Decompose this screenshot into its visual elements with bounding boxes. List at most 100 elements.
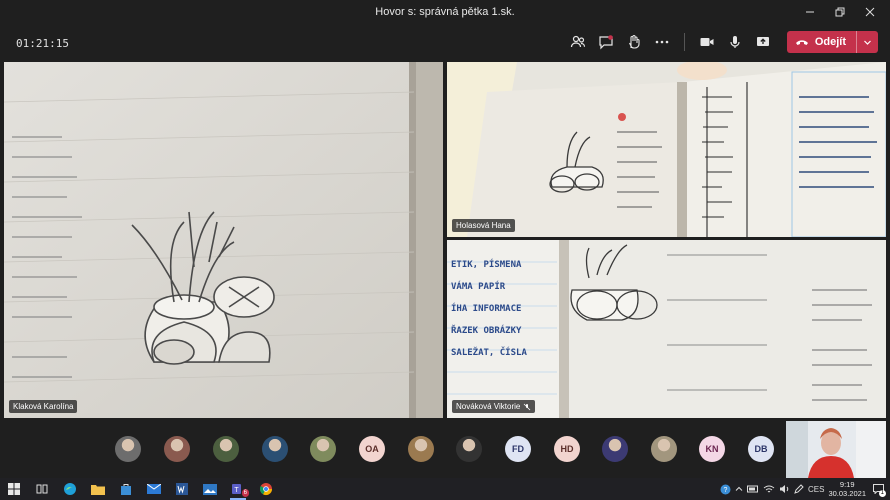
participant-avatar[interactable] <box>213 436 239 462</box>
word-icon <box>176 483 188 495</box>
speaker-icon[interactable] <box>779 484 790 494</box>
video-camera-icon <box>700 38 714 46</box>
reactions-button[interactable] <box>622 30 646 54</box>
pen-icon[interactable] <box>794 484 804 494</box>
close-window-button[interactable] <box>856 3 884 21</box>
notification-center-button[interactable]: 1 <box>870 481 886 497</box>
minimize-icon <box>806 11 814 13</box>
participant-nameplate: Klaková Karolína <box>9 400 78 413</box>
participant-avatar[interactable] <box>115 436 141 462</box>
notebook-line: VÁMA PAPÍR <box>451 282 506 292</box>
minimize-button[interactable] <box>796 3 824 21</box>
participant-roster: OA FD HD KN DB <box>0 420 890 478</box>
battery-icon[interactable] <box>747 485 759 493</box>
participant-name: Holasová Hana <box>456 221 511 230</box>
participant-avatar[interactable] <box>262 436 288 462</box>
windows-taskbar: T 6 ? CES 9:19 30.03.2021 1 <box>0 478 890 500</box>
call-timer: 01:21:15 <box>16 37 69 50</box>
participant-nameplate: Holasová Hana <box>452 219 515 232</box>
chat-icon <box>599 35 613 50</box>
notebook-line: ŘAZEK OBRÁZKY <box>451 326 522 336</box>
taskbar-teams[interactable]: T 6 <box>224 478 252 500</box>
call-toolbar: 01:21:15 Odejít <box>0 24 890 60</box>
notebook-video-frame <box>447 62 886 237</box>
task-view-icon <box>36 484 48 494</box>
chevron-down-icon[interactable] <box>863 38 872 47</box>
participant-avatar[interactable] <box>310 436 336 462</box>
muted-mic-icon <box>524 403 531 410</box>
help-icon[interactable]: ? <box>720 484 731 495</box>
self-view-video[interactable] <box>786 421 886 478</box>
edge-icon <box>64 483 76 495</box>
taskbar-word[interactable] <box>168 478 196 500</box>
title-bar: Hovor s: správná pětka 1.sk. <box>0 0 890 24</box>
participant-avatar[interactable]: OA <box>359 436 385 462</box>
notification-count: 1 <box>878 490 886 497</box>
input-language[interactable]: CES <box>808 485 824 494</box>
folder-icon <box>91 485 105 495</box>
restore-button[interactable] <box>826 3 854 21</box>
avatar-initials: HD <box>560 444 574 454</box>
network-icon[interactable] <box>763 484 775 494</box>
window-title: Hovor s: správná pětka 1.sk. <box>375 6 515 18</box>
chat-button[interactable] <box>594 30 618 54</box>
participants-button[interactable] <box>566 30 590 54</box>
avatar-initials: KN <box>705 444 719 454</box>
video-tile-top-right[interactable]: Holasová Hana <box>447 62 886 237</box>
svg-text:?: ? <box>724 487 728 494</box>
camera-button[interactable] <box>695 30 719 54</box>
notebook-line: ETIK, PÍSMENA <box>451 260 522 270</box>
participant-avatar[interactable]: DB <box>748 436 774 462</box>
notebook-handwriting: ETIK, PÍSMENA VÁMA PAPÍR ÍHA INFORMACE Ř… <box>451 254 527 364</box>
notebook-line: SALEŽAT, ČÍSLA <box>451 348 527 358</box>
svg-text:T: T <box>234 487 239 494</box>
clock-time: 9:19 <box>839 480 855 489</box>
microphone-button[interactable] <box>723 30 747 54</box>
leave-call-button[interactable]: Odejít <box>786 31 878 53</box>
windows-logo-icon <box>8 483 20 495</box>
leave-call-label: Odejít <box>814 36 846 48</box>
call-controls: Odejít <box>566 30 878 54</box>
toolbar-divider <box>683 33 685 51</box>
store-bag-icon <box>121 484 131 495</box>
participant-name: Klaková Karolína <box>13 402 74 411</box>
notification-badge: 6 <box>241 489 249 497</box>
participant-avatar[interactable] <box>408 436 434 462</box>
people-icon <box>570 35 585 48</box>
participant-avatar[interactable] <box>456 436 482 462</box>
video-tile-bottom-right[interactable]: ETIK, PÍSMENA VÁMA PAPÍR ÍHA INFORMACE Ř… <box>447 240 886 418</box>
microphone-icon <box>730 36 740 48</box>
hang-up-icon <box>795 40 808 45</box>
close-icon <box>865 7 875 17</box>
taskbar-edge[interactable] <box>56 478 84 500</box>
participant-avatar[interactable]: FD <box>505 436 531 462</box>
participant-avatar[interactable] <box>651 436 677 462</box>
chrome-icon <box>259 483 272 496</box>
taskbar-mail[interactable] <box>140 478 168 500</box>
system-tray: ? CES 9:19 30.03.2021 1 <box>720 478 890 500</box>
mail-icon <box>147 484 161 494</box>
clock-date: 30.03.2021 <box>828 489 866 498</box>
taskbar-chrome[interactable] <box>252 478 280 500</box>
participant-avatar[interactable] <box>164 436 190 462</box>
chevron-up-icon[interactable] <box>735 485 743 493</box>
taskbar-photos[interactable] <box>196 478 224 500</box>
notebook-line: ÍHA INFORMACE <box>451 304 522 314</box>
taskbar-file-explorer[interactable] <box>84 478 112 500</box>
participant-name: Nováková Viktorie <box>456 402 521 411</box>
window-controls <box>796 3 884 21</box>
participant-avatar[interactable] <box>602 436 628 462</box>
notebook-video-frame <box>4 62 443 418</box>
share-screen-button[interactable] <box>751 30 775 54</box>
taskbar-store[interactable] <box>112 478 140 500</box>
avatar-initials: OA <box>365 444 379 454</box>
participant-avatar[interactable]: KN <box>699 436 725 462</box>
video-tile-main[interactable]: Klaková Karolína <box>4 62 443 418</box>
task-view-button[interactable] <box>28 478 56 500</box>
participant-avatar[interactable]: HD <box>554 436 580 462</box>
more-actions-button[interactable] <box>650 30 674 54</box>
more-icon <box>655 40 669 44</box>
raise-hand-icon <box>628 34 640 49</box>
start-button[interactable] <box>0 478 28 500</box>
taskbar-clock[interactable]: 9:19 30.03.2021 <box>828 480 866 498</box>
